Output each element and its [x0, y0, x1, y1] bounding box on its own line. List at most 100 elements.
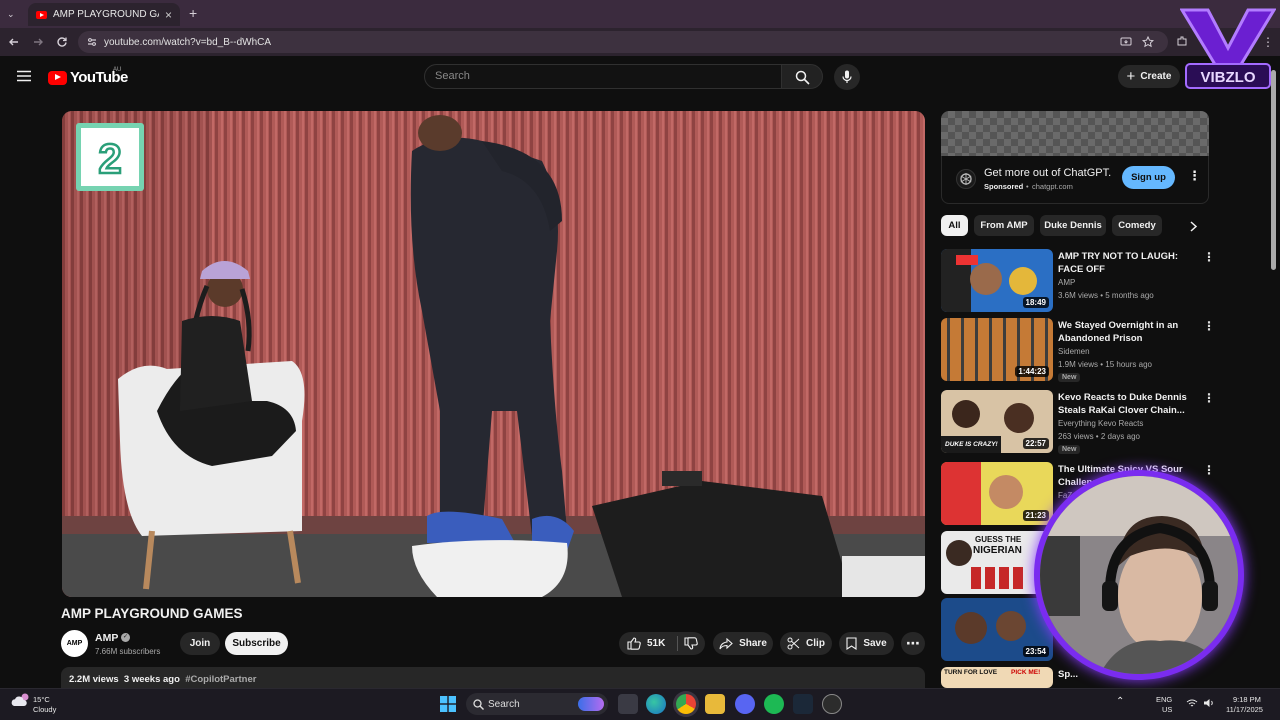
new-badge: New — [1058, 373, 1081, 382]
rec-meta: 263 views • 2 days ago — [1058, 432, 1140, 441]
duration-badge: 1:44:23 — [1015, 366, 1049, 377]
rec-menu-icon[interactable]: ⋮ — [1203, 464, 1215, 476]
like-dislike-group: 51K — [619, 632, 705, 655]
video-thumbnail[interactable]: 1:44:23 — [941, 318, 1053, 381]
search-button[interactable] — [781, 64, 823, 89]
windows-start-icon[interactable] — [440, 696, 456, 712]
discord-icon[interactable] — [735, 694, 755, 714]
search-input[interactable]: Search — [424, 64, 782, 89]
clip-button[interactable]: Clip — [780, 632, 832, 655]
share-button[interactable]: Share — [713, 632, 773, 655]
recommended-video[interactable]: 1:44:23 We Stayed Overnight in an Abando… — [941, 318, 1215, 382]
bookmark-star-icon[interactable] — [1142, 36, 1154, 48]
youtube-play-icon — [48, 70, 67, 85]
language-code[interactable]: ENG — [1156, 695, 1172, 704]
clock-date[interactable]: 11/17/2025 — [1226, 705, 1263, 714]
chip-all[interactable]: All — [941, 215, 968, 236]
rec-channel[interactable]: Everything Kevo Reacts — [1058, 419, 1143, 428]
video-frame: 2 — [62, 111, 925, 597]
hashtag-link[interactable]: #CopilotPartner — [185, 674, 256, 685]
more-actions-icon[interactable]: ⋯ — [901, 632, 925, 655]
ad-card[interactable]: Get more out of ChatGPT. Sponsored • cha… — [941, 156, 1209, 204]
file-explorer-icon[interactable] — [705, 694, 725, 714]
address-bar[interactable]: youtube.com/watch?v=bd_B--dWhCA — [78, 31, 1168, 53]
clock-time[interactable]: 9:18 PM — [1233, 695, 1261, 704]
chevron-right-icon[interactable] — [1188, 221, 1198, 232]
duration-badge: 22:57 — [1022, 438, 1049, 449]
rec-title: AMP TRY NOT TO LAUGH: FACE OFF — [1058, 251, 1178, 275]
round-counter: 2 — [98, 135, 121, 182]
video-title: AMP PLAYGROUND GAMES — [61, 606, 243, 621]
view-count: 2.2M views — [69, 674, 119, 685]
site-info-icon[interactable] — [86, 36, 98, 48]
chip-from-amp[interactable]: From AMP — [974, 215, 1034, 236]
thumbs-down-icon[interactable] — [684, 637, 699, 650]
hamburger-menu-icon[interactable] — [17, 70, 31, 82]
create-button[interactable]: + Create — [1118, 65, 1180, 88]
weather-cloudy-icon[interactable] — [11, 692, 31, 708]
video-thumbnail[interactable]: TURN FOR LOVE PICK ME! — [941, 667, 1053, 688]
subscribe-button[interactable]: Subscribe — [225, 632, 288, 655]
recommended-video[interactable]: 18:49 AMP TRY NOT TO LAUGH: FACE OFF AMP… — [941, 249, 1215, 313]
weather-temp[interactable]: 15°C — [33, 695, 50, 704]
wifi-icon[interactable] — [1186, 698, 1198, 708]
rec-menu-icon[interactable]: ⋮ — [1203, 320, 1215, 332]
spotify-icon[interactable] — [764, 694, 784, 714]
like-divider — [677, 636, 679, 651]
task-view-icon[interactable] — [618, 694, 638, 714]
video-player[interactable]: 2 — [62, 111, 925, 597]
channel-avatar[interactable]: AMP — [61, 630, 88, 657]
windows-taskbar — [0, 688, 1280, 720]
tab-search-icon[interactable]: ⌄ — [7, 7, 15, 21]
rec-menu-icon[interactable]: ⋮ — [1203, 251, 1215, 263]
language-region[interactable]: US — [1162, 705, 1172, 714]
youtube-favicon-icon — [36, 10, 47, 19]
video-thumbnail[interactable]: DUKE IS CRAZY! 22:57 — [941, 390, 1053, 453]
ad-domain: chatgpt.com — [1032, 182, 1073, 191]
video-thumbnail[interactable]: 23:54 — [941, 598, 1053, 661]
video-thumbnail[interactable]: 18:49 — [941, 249, 1053, 312]
forward-icon[interactable] — [32, 36, 44, 48]
ad-menu-icon[interactable]: ⋮ — [1188, 168, 1201, 184]
rec-title: We Stayed Overnight in an Abandoned Pris… — [1058, 320, 1179, 344]
recommended-video[interactable]: DUKE IS CRAZY! 22:57 Kevo Reacts to Duke… — [941, 390, 1215, 454]
copilot-icon[interactable] — [578, 697, 604, 711]
streamer-webcam-overlay — [1034, 470, 1244, 680]
weather-desc[interactable]: Cloudy — [33, 705, 56, 714]
chip-comedy[interactable]: Comedy — [1112, 215, 1162, 236]
new-tab-button[interactable]: + — [189, 6, 197, 20]
app-icon[interactable] — [822, 694, 842, 714]
browser-tab-active[interactable]: AMP PLAYGROUND GAMES - YouTube × — [28, 3, 180, 26]
tab-title: AMP PLAYGROUND GAMES - YouTube — [53, 9, 159, 20]
rec-channel[interactable]: AMP — [1058, 278, 1075, 287]
thumb-caption: GUESS THE — [975, 535, 1022, 544]
ad-banner-image[interactable] — [941, 111, 1209, 156]
rec-meta: 1.9M views • 15 hours ago — [1058, 360, 1152, 369]
taskbar-search[interactable]: Search — [466, 693, 608, 715]
voice-search-button[interactable] — [834, 64, 860, 90]
ad-sponsored-label: Sponsored — [984, 182, 1024, 191]
tray-overflow-icon[interactable]: ⌃ — [1116, 697, 1124, 707]
chip-duke-dennis[interactable]: Duke Dennis — [1040, 215, 1106, 236]
chrome-browser-icon[interactable] — [676, 694, 696, 714]
video-thumbnail[interactable]: 21:23 — [941, 462, 1053, 525]
search-icon — [795, 70, 810, 85]
microphone-icon — [842, 70, 852, 83]
rec-channel[interactable]: Sidemen — [1058, 347, 1090, 356]
volume-icon[interactable] — [1203, 698, 1215, 708]
save-button[interactable]: Save — [839, 632, 894, 655]
edge-browser-icon[interactable] — [646, 694, 666, 714]
bookmark-icon — [846, 637, 857, 650]
tab-close-icon[interactable]: × — [165, 8, 172, 22]
channel-name[interactable]: AMP — [95, 632, 118, 644]
like-button[interactable]: 51K — [627, 637, 665, 650]
reload-icon[interactable] — [56, 36, 68, 48]
rec-menu-icon[interactable]: ⋮ — [1203, 392, 1215, 404]
install-app-icon[interactable] — [1120, 36, 1132, 48]
steam-icon[interactable] — [793, 694, 813, 714]
join-button[interactable]: Join — [180, 632, 220, 655]
ad-signup-button[interactable]: Sign up — [1122, 166, 1175, 189]
back-icon[interactable] — [8, 36, 20, 48]
thumbs-up-icon — [627, 637, 641, 650]
page-scrollbar[interactable] — [1271, 70, 1276, 270]
